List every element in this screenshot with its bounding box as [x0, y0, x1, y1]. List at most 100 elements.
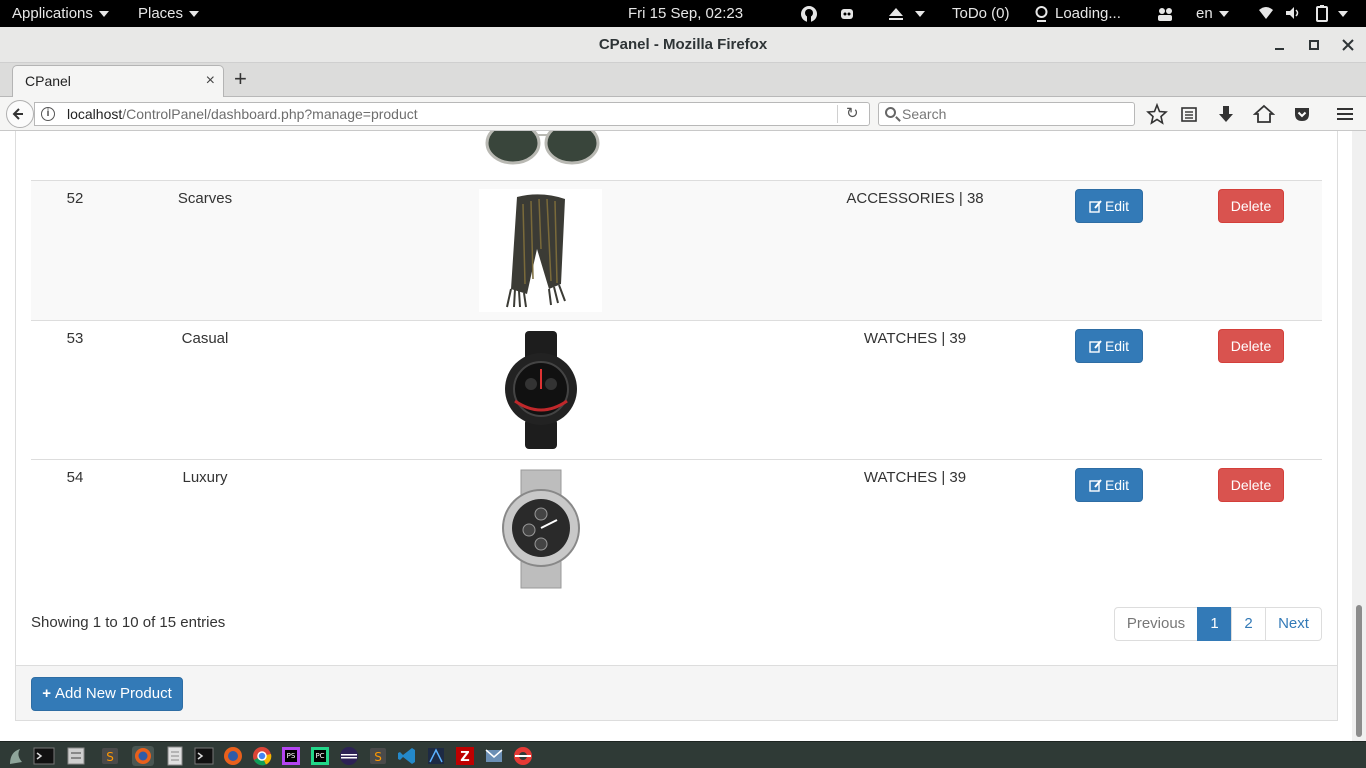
table-row: 54 Luxury WATCHES | 39 Edit Delete	[31, 459, 1322, 598]
system-top-bar: Applications Places Fri 15 Sep, 02:23 To…	[0, 0, 1366, 27]
navigation-bar: i localhost/ControlPanel/dashboard.php?m…	[0, 97, 1366, 131]
search-bar[interactable]	[878, 102, 1135, 126]
tab-label: CPanel	[25, 73, 71, 89]
pocket-icon[interactable]	[1291, 103, 1313, 125]
product-id: 53	[66, 330, 84, 347]
product-id: 52	[66, 190, 84, 207]
phpstorm-icon[interactable]: PS	[281, 746, 301, 766]
scrollbar-thumb[interactable]	[1356, 605, 1362, 737]
product-category: WATCHES | 39	[863, 330, 967, 347]
page-1-button[interactable]: 1	[1197, 607, 1232, 641]
volume-icon[interactable]	[1285, 6, 1301, 20]
new-tab-icon[interactable]: +	[234, 67, 247, 91]
filezilla-icon[interactable]: Z	[455, 746, 475, 766]
applications-menu[interactable]: Applications	[12, 0, 109, 27]
search-icon	[885, 107, 896, 118]
lifebuoy-icon[interactable]	[513, 746, 533, 766]
url-bar[interactable]: i localhost/ControlPanel/dashboard.php?m…	[34, 102, 870, 126]
chevron-down-icon	[1218, 11, 1229, 18]
reload-icon[interactable]: ↻	[846, 104, 859, 122]
mail-client-icon[interactable]	[484, 746, 504, 766]
minimize-icon[interactable]	[1270, 35, 1290, 55]
delete-button[interactable]: Delete	[1218, 468, 1284, 502]
tab-cpanel[interactable]: CPanel ×	[12, 65, 224, 98]
watch-image	[505, 331, 577, 449]
maximize-icon[interactable]	[1304, 35, 1324, 55]
delete-button[interactable]: Delete	[1218, 329, 1284, 363]
loading-indicator[interactable]: Loading...	[1055, 0, 1121, 27]
language-selector[interactable]: en	[1196, 0, 1229, 27]
todo-indicator[interactable]: ToDo (0)	[952, 0, 1010, 27]
back-button[interactable]	[6, 100, 34, 128]
vscode-icon[interactable]	[397, 746, 417, 766]
sublime-text-icon[interactable]: S	[100, 746, 120, 766]
firefox-icon[interactable]	[223, 746, 243, 766]
close-tab-icon[interactable]: ×	[206, 72, 215, 90]
tab-strip: CPanel × +	[0, 63, 1366, 98]
window-title-bar: CPanel - Mozilla Firefox	[0, 27, 1366, 63]
previous-page-button[interactable]: Previous	[1114, 607, 1198, 641]
wifi-icon[interactable]	[1258, 6, 1274, 20]
bookmark-star-icon[interactable]	[1146, 103, 1168, 125]
svg-text:S: S	[374, 750, 382, 764]
taskbar: S PS PC S Z	[0, 741, 1366, 768]
product-name: Luxury	[182, 469, 228, 486]
edit-button[interactable]: Edit	[1075, 189, 1143, 223]
panel-footer: + Add New Product	[16, 665, 1337, 720]
sublime-text-icon[interactable]: S	[368, 746, 388, 766]
chevron-down-icon[interactable]	[1338, 11, 1348, 17]
url-separator	[837, 105, 838, 123]
people-icon[interactable]	[1156, 6, 1174, 22]
product-name: Scarves	[177, 190, 233, 207]
home-icon[interactable]	[1253, 103, 1275, 125]
clock[interactable]: Fri 15 Sep, 02:23	[628, 0, 743, 27]
reading-list-icon[interactable]	[1178, 103, 1200, 125]
window-title: CPanel - Mozilla Firefox	[598, 36, 768, 53]
edit-icon	[1089, 200, 1102, 213]
product-category: ACCESSORIES | 38	[846, 190, 984, 207]
edit-icon	[1089, 340, 1102, 353]
watch-image	[502, 469, 580, 589]
weather-icon	[1035, 6, 1048, 22]
terminal-icon[interactable]	[33, 746, 55, 766]
table-row: 52 Scarves ACCESSORIES | 38 Edit Delete	[31, 180, 1322, 320]
edit-icon	[1089, 479, 1102, 492]
edit-button[interactable]: Edit	[1075, 468, 1143, 502]
close-icon[interactable]	[1338, 35, 1358, 55]
files-icon[interactable]	[66, 746, 86, 766]
menu-hamburger-icon[interactable]	[1334, 103, 1356, 125]
add-product-button[interactable]: + Add New Product	[31, 677, 183, 711]
chevron-down-icon	[189, 11, 200, 18]
back-arrow-icon	[12, 108, 23, 120]
battery-icon[interactable]	[1316, 5, 1328, 22]
delete-button[interactable]: Delete	[1218, 189, 1284, 223]
entries-info: Showing 1 to 10 of 15 entries	[31, 614, 226, 631]
chrome-icon[interactable]	[252, 746, 272, 766]
svg-text:S: S	[106, 750, 114, 764]
search-input[interactable]	[902, 105, 1127, 123]
eject-icon[interactable]	[888, 6, 904, 22]
robot-icon[interactable]	[838, 5, 856, 23]
chevron-down-icon[interactable]	[915, 11, 925, 17]
network-tool-icon[interactable]	[426, 746, 446, 766]
svg-text:PC: PC	[315, 752, 324, 760]
plus-icon: +	[42, 685, 52, 702]
table-row: 53 Casual WATCHES | 39 Edit Delete	[31, 320, 1322, 459]
product-category: WATCHES | 39	[863, 469, 967, 486]
terminal-icon[interactable]	[194, 746, 214, 766]
places-menu[interactable]: Places	[138, 0, 200, 27]
scarf-image	[479, 189, 602, 312]
text-editor-icon[interactable]	[165, 746, 185, 766]
page-2-button[interactable]: 2	[1231, 607, 1266, 641]
download-icon[interactable]	[1215, 103, 1237, 125]
eclipse-icon[interactable]	[339, 746, 359, 766]
next-page-button[interactable]: Next	[1265, 607, 1322, 641]
site-info-icon[interactable]: i	[41, 107, 55, 121]
github-icon[interactable]	[800, 5, 818, 23]
url-text[interactable]: localhost/ControlPanel/dashboard.php?man…	[67, 106, 418, 122]
svg-text:Z: Z	[460, 750, 469, 765]
edit-button[interactable]: Edit	[1075, 329, 1143, 363]
system-logo-icon[interactable]	[6, 746, 26, 766]
firefox-icon[interactable]	[132, 746, 154, 766]
pycharm-icon[interactable]: PC	[310, 746, 330, 766]
